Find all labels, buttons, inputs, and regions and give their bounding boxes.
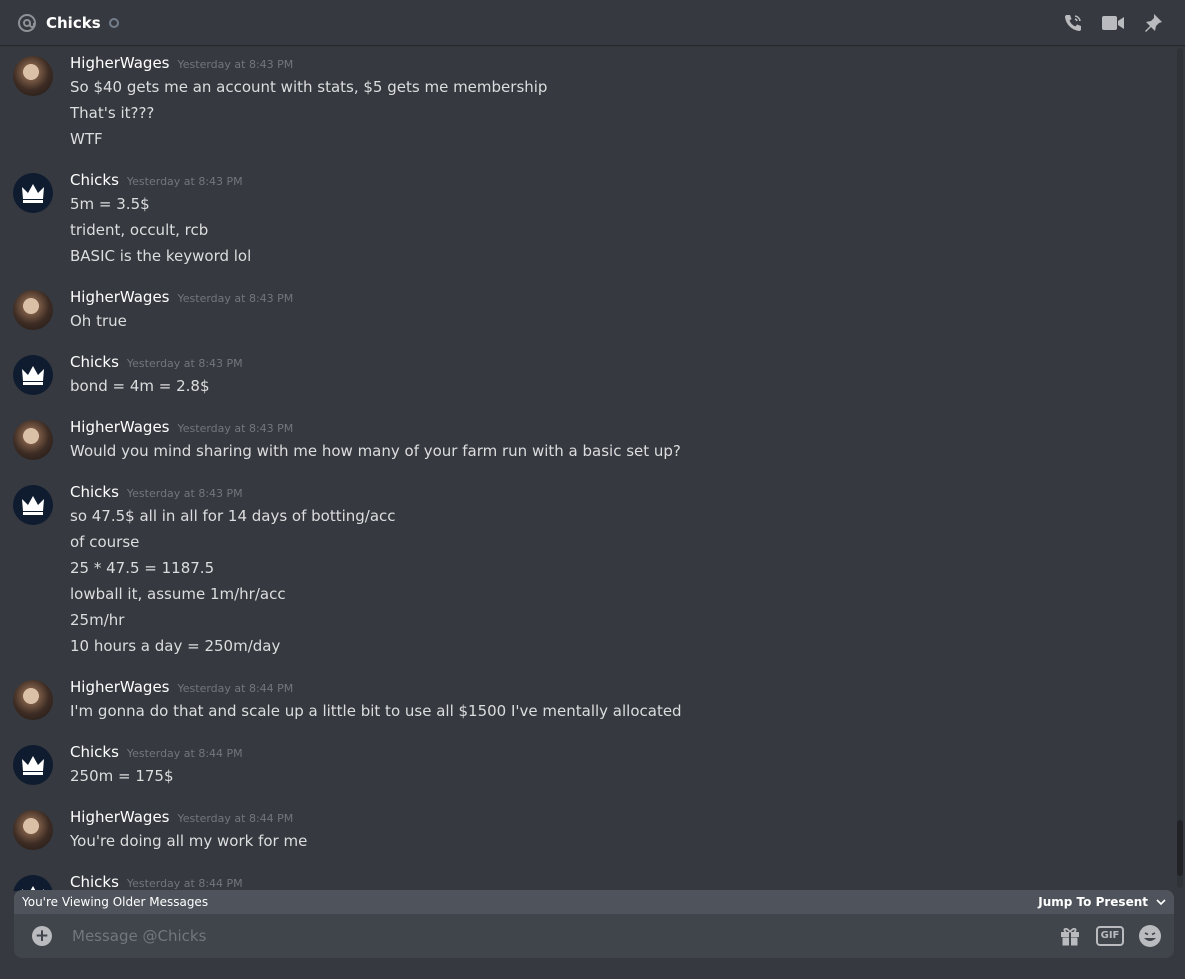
message-text: I'm gonna do that and scale up a little …	[70, 702, 682, 720]
username[interactable]: HigherWages	[70, 808, 170, 826]
message-text: 25 * 47.5 = 1187.5	[70, 559, 215, 577]
avatar[interactable]	[13, 875, 53, 891]
username[interactable]: Chicks	[70, 483, 119, 501]
avatar[interactable]	[13, 290, 53, 330]
message-text: Oh true	[70, 312, 127, 330]
add-icon[interactable]: +	[32, 926, 52, 946]
message-text: So $40 gets me an account with stats, $5…	[70, 78, 548, 96]
avatar[interactable]	[13, 680, 53, 720]
timestamp: Yesterday at 8:44 PM	[126, 747, 243, 760]
avatar[interactable]	[13, 810, 53, 850]
avatar[interactable]	[13, 485, 53, 525]
timestamp: Yesterday at 8:43 PM	[177, 292, 294, 305]
username[interactable]: HigherWages	[70, 418, 170, 436]
message-text: of course	[70, 533, 140, 551]
message-text: 5m = 3.5$	[70, 195, 150, 213]
crown-icon	[22, 756, 44, 775]
emoji-icon[interactable]	[1136, 924, 1164, 948]
timestamp: Yesterday at 8:43 PM	[177, 422, 294, 435]
at-icon	[16, 12, 38, 34]
timestamp: Yesterday at 8:43 PM	[126, 357, 243, 370]
video-icon[interactable]	[1093, 11, 1133, 35]
older-messages-text: You're Viewing Older Messages	[22, 895, 209, 909]
username[interactable]: HigherWages	[70, 678, 170, 696]
avatar[interactable]	[13, 745, 53, 785]
message-group: HigherWages Yesterday at 8:43 PM Would yo…	[0, 410, 1170, 470]
avatar[interactable]	[13, 56, 53, 96]
message-text: That's it???	[70, 104, 155, 122]
chevron-down-icon	[1156, 899, 1166, 906]
jump-to-present-button[interactable]: Jump To Present	[1038, 895, 1166, 909]
message-text: WTF	[70, 130, 103, 148]
message-group: HigherWages Yesterday at 8:43 PM Oh true	[0, 280, 1170, 340]
crown-icon	[22, 184, 44, 203]
message-composer: + GIF	[14, 914, 1174, 958]
message-group: Chicks Yesterday at 8:44 PM 250m = 175$	[0, 735, 1170, 795]
header-toolbar	[1053, 11, 1173, 35]
jump-to-present-label: Jump To Present	[1038, 895, 1148, 909]
call-icon[interactable]	[1053, 11, 1093, 35]
avatar[interactable]	[13, 173, 53, 213]
scrollbar-track[interactable]	[1177, 48, 1183, 888]
message-group: HigherWages Yesterday at 8:44 PM You're d…	[0, 800, 1170, 860]
message-group: Chicks Yesterday at 8:43 PM so 47.5$ all …	[0, 475, 1170, 665]
channel-title: Chicks	[46, 13, 101, 32]
timestamp: Yesterday at 8:44 PM	[126, 877, 243, 890]
scrollbar-thumb[interactable]	[1177, 820, 1183, 876]
message-text: 25m/hr	[70, 611, 125, 629]
crown-icon	[22, 496, 44, 515]
pin-icon[interactable]	[1133, 11, 1173, 35]
gift-icon[interactable]	[1056, 924, 1084, 948]
avatar[interactable]	[13, 355, 53, 395]
message-text: trident, occult, rcb	[70, 221, 209, 239]
message-group: Chicks Yesterday at 8:43 PM bond = 4m = 2…	[0, 345, 1170, 405]
username[interactable]: HigherWages	[70, 288, 170, 306]
message-text: 250m = 175$	[70, 767, 174, 785]
message-list[interactable]: HigherWages Yesterday at 8:43 PM So $40 g…	[0, 46, 1175, 891]
timestamp: Yesterday at 8:43 PM	[126, 487, 243, 500]
message-group: Chicks Yesterday at 8:44 PM	[0, 865, 1170, 891]
status-indicator	[108, 18, 119, 28]
message-input[interactable]	[70, 926, 1034, 946]
timestamp: Yesterday at 8:43 PM	[126, 175, 243, 188]
username[interactable]: HigherWages	[70, 54, 170, 72]
message-text: lowball it, assume 1m/hr/acc	[70, 585, 286, 603]
older-messages-bar: You're Viewing Older Messages Jump To Pr…	[14, 890, 1174, 914]
username[interactable]: Chicks	[70, 353, 119, 371]
message-group: HigherWages Yesterday at 8:44 PM I'm gonn…	[0, 670, 1170, 730]
message-text: Would you mind sharing with me how many …	[70, 442, 681, 460]
message-group: HigherWages Yesterday at 8:43 PM So $40 g…	[0, 46, 1170, 166]
message-text: bond = 4m = 2.8$	[70, 377, 210, 395]
gif-icon[interactable]: GIF	[1095, 924, 1125, 948]
message-text: BASIC is the keyword lol	[70, 247, 252, 265]
message-text: so 47.5$ all in all for 14 days of botti…	[70, 507, 396, 525]
username[interactable]: Chicks	[70, 743, 119, 761]
timestamp: Yesterday at 8:44 PM	[177, 812, 294, 825]
crown-icon	[22, 366, 44, 385]
channel-header: Chicks	[0, 0, 1185, 45]
message-group: Chicks Yesterday at 8:43 PM 5m = 3.5$ tri…	[0, 163, 1170, 283]
timestamp: Yesterday at 8:44 PM	[177, 682, 294, 695]
composer-toolbar: GIF	[1056, 924, 1164, 948]
message-text: You're doing all my work for me	[70, 832, 308, 850]
timestamp: Yesterday at 8:43 PM	[177, 58, 294, 71]
username[interactable]: Chicks	[70, 171, 119, 189]
avatar[interactable]	[13, 420, 53, 460]
username[interactable]: Chicks	[70, 873, 119, 891]
message-text: 10 hours a day = 250m/day	[70, 637, 281, 655]
